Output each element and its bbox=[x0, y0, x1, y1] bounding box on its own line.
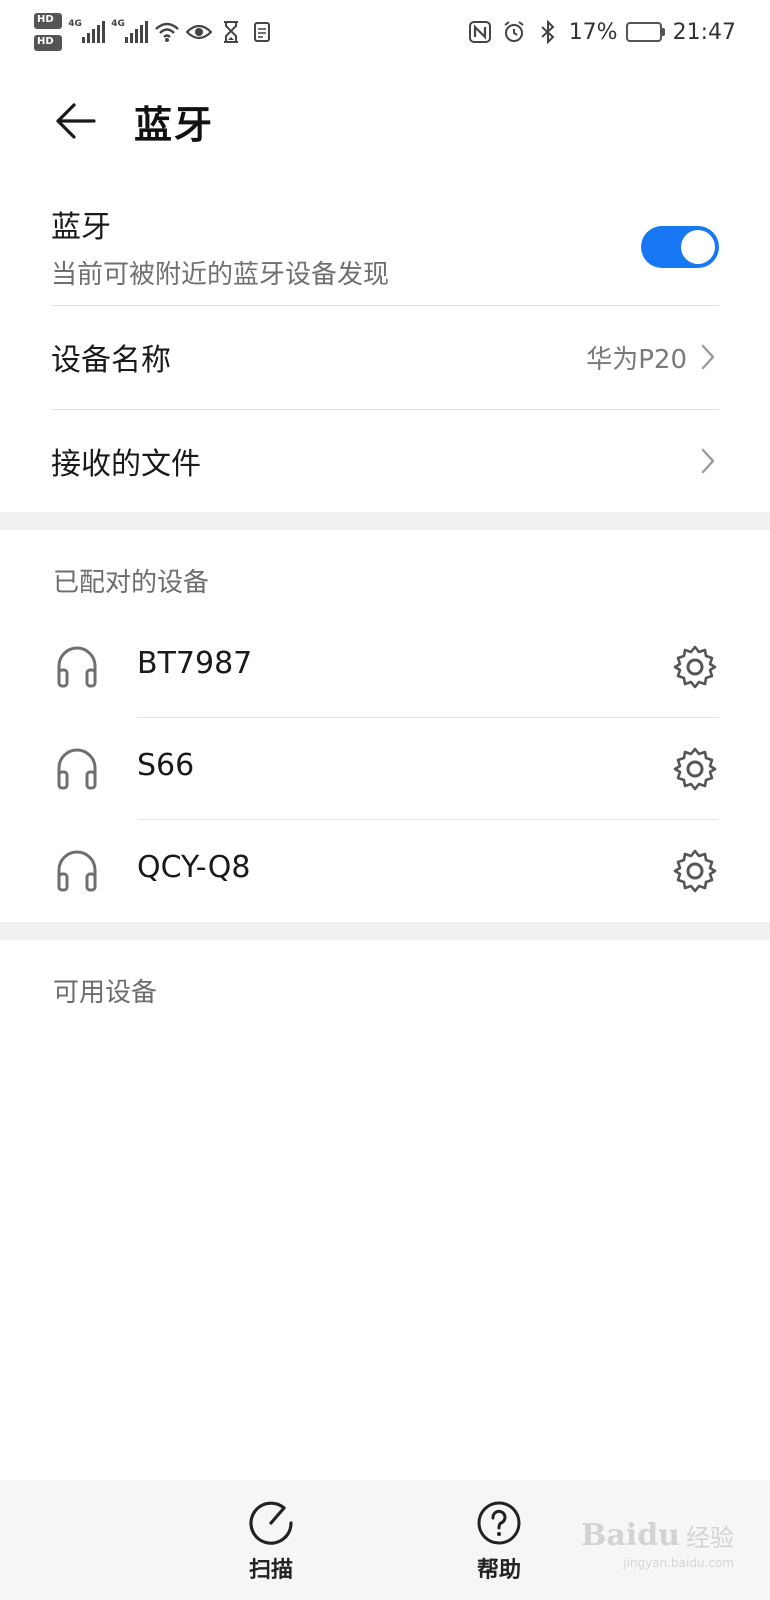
baidu-watermark: Baidu 经验 jingyan.baidu.com bbox=[581, 1518, 734, 1570]
bluetooth-title: 蓝牙 bbox=[51, 210, 111, 245]
scan-button[interactable]: 扫描 bbox=[211, 1500, 331, 1590]
watermark-sub: jingyan.baidu.com bbox=[623, 1556, 734, 1570]
received-files-row[interactable]: 接收的文件 bbox=[51, 410, 719, 512]
device-name-value-wrap: 华为P20 bbox=[586, 339, 719, 376]
device-name-value: 华为P20 bbox=[586, 344, 687, 375]
gear-icon[interactable] bbox=[672, 848, 718, 894]
scan-label: 扫描 bbox=[248, 1558, 293, 1583]
gear-icon[interactable] bbox=[672, 644, 718, 690]
device-name: QCY-Q8 bbox=[137, 850, 251, 885]
status-bar-left: HD1 HD2 4G 4G bbox=[34, 10, 276, 54]
signal-1-icon: 4G bbox=[68, 19, 106, 43]
section-gap bbox=[0, 922, 770, 940]
back-arrow-icon bbox=[56, 103, 96, 139]
watermark-text: Baidu bbox=[581, 1518, 680, 1553]
status-bar: HD1 HD2 4G 4G 17% 21:47 bbox=[0, 0, 770, 62]
help-icon bbox=[477, 1501, 521, 1545]
chevron-right-icon bbox=[697, 340, 719, 374]
help-label: 帮助 bbox=[476, 1558, 521, 1583]
help-button[interactable]: 帮助 bbox=[439, 1500, 559, 1590]
gear-icon[interactable] bbox=[672, 746, 718, 792]
paired-devices-header: 已配对的设备 bbox=[53, 568, 210, 598]
chevron-right-icon bbox=[697, 444, 719, 478]
available-devices-header: 可用设备 bbox=[53, 978, 158, 1008]
device-name: S66 bbox=[137, 748, 195, 783]
paired-device-item[interactable]: S66 bbox=[0, 718, 770, 818]
nfc-icon bbox=[467, 19, 493, 45]
page-title: 蓝牙 bbox=[134, 102, 215, 147]
hd-indicators: HD1 HD2 bbox=[34, 13, 63, 51]
section-gap bbox=[0, 512, 770, 530]
bluetooth-icon bbox=[535, 19, 561, 45]
alarm-icon bbox=[501, 19, 527, 45]
received-files-chevron-wrap bbox=[697, 444, 719, 478]
paired-device-item[interactable]: BT7987 bbox=[0, 616, 770, 716]
paired-device-item[interactable]: QCY-Q8 bbox=[0, 820, 770, 920]
eye-icon bbox=[186, 19, 213, 45]
bluetooth-switch[interactable] bbox=[641, 226, 719, 268]
device-name-row[interactable]: 设备名称 华为P20 bbox=[51, 306, 719, 408]
device-name-label: 设备名称 bbox=[51, 343, 171, 378]
back-button[interactable] bbox=[36, 81, 116, 161]
headset-icon bbox=[57, 748, 97, 790]
battery-icon bbox=[625, 22, 665, 42]
received-files-label: 接收的文件 bbox=[51, 447, 201, 482]
hd2-badge: HD2 bbox=[34, 35, 63, 51]
headset-icon bbox=[57, 850, 97, 892]
scan-icon bbox=[249, 1501, 293, 1545]
bluetooth-toggle-row[interactable]: 蓝牙 当前可被附近的蓝牙设备发现 bbox=[51, 196, 719, 300]
wifi-icon bbox=[154, 19, 180, 45]
document-icon bbox=[250, 19, 276, 45]
hd1-badge: HD1 bbox=[34, 13, 63, 29]
device-name: BT7987 bbox=[137, 646, 253, 681]
signal-2-icon: 4G bbox=[111, 19, 149, 43]
status-bar-right: 17% 21:47 bbox=[467, 10, 736, 54]
clock: 21:47 bbox=[672, 19, 736, 45]
bluetooth-subtitle: 当前可被附近的蓝牙设备发现 bbox=[51, 260, 390, 290]
battery-percent: 17% bbox=[568, 19, 618, 45]
hourglass-icon bbox=[218, 19, 244, 45]
app-header: 蓝牙 bbox=[0, 78, 770, 164]
switch-knob bbox=[681, 230, 715, 264]
watermark-cn: 经验 bbox=[686, 1524, 734, 1552]
bluetooth-settings-page: HD1 HD2 4G 4G 17% 21:47 蓝牙 蓝牙 当前可被附近的蓝牙设… bbox=[0, 0, 770, 1600]
headset-icon bbox=[57, 646, 97, 688]
